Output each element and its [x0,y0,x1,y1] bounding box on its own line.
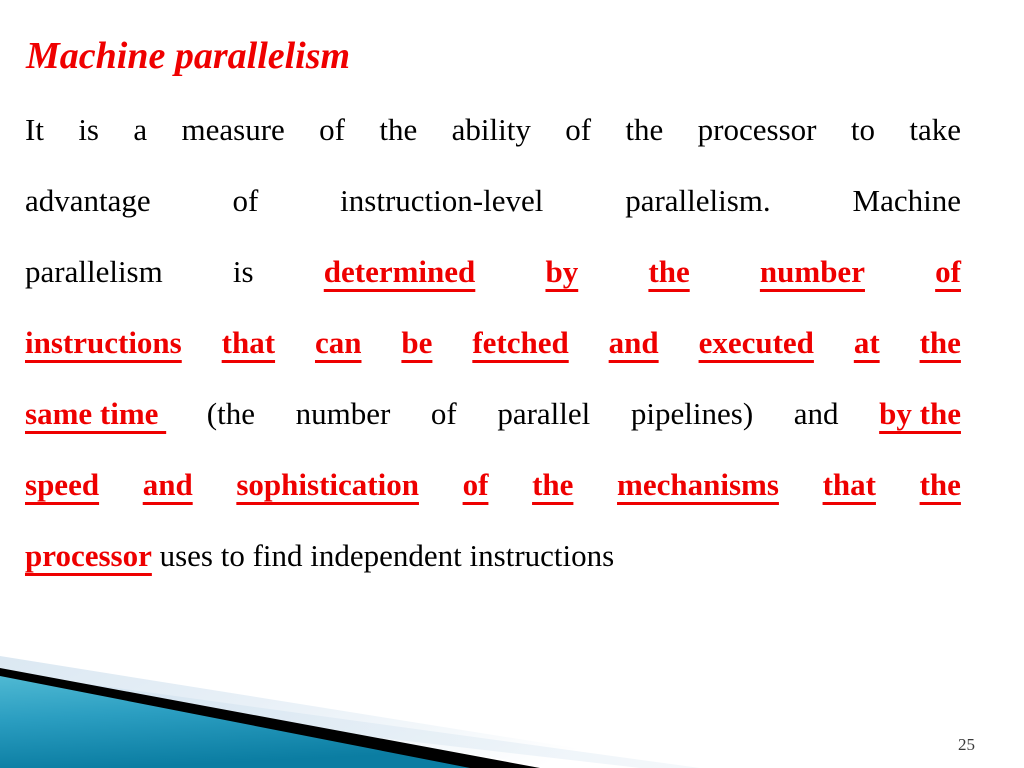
decoration-light-band-tail [0,672,1024,768]
word: the [648,254,690,289]
word: that [221,325,276,360]
word: of [430,396,457,431]
text-line-3: parallelism is determined by the number of [25,236,961,307]
word: processor [25,538,152,573]
word: by [545,254,579,289]
slide: Machine parallelism It is a measure of the abi… [0,0,1024,768]
word: the [379,112,418,147]
word: executed [698,325,814,360]
word: processor [697,112,817,147]
word: number [295,396,391,431]
word: to [850,112,875,147]
word: fetched [472,325,569,360]
word: of [462,467,489,502]
word: number [759,254,865,289]
word: measure [181,112,285,147]
word: is [78,112,99,147]
decoration-teal-wedge [0,676,470,768]
word: by the [879,396,961,431]
slide-page-number: 25 [958,735,975,754]
word: advantage [25,183,151,218]
word: the [919,325,961,360]
word: is [232,254,254,289]
word: determined [323,254,476,289]
text-line-6: speed and sophistication of the mechanisms tha… [25,449,961,520]
text-line-5: same time (the number of parallel pipelines)… [25,378,961,449]
word: pipelines) [630,396,754,431]
word: It [25,112,44,147]
word: can [314,325,362,360]
decoration-black-stripe [0,668,540,768]
word: (the [206,396,255,431]
word: speed [25,467,100,502]
word: of [232,183,259,218]
text-line-7: processor uses to find independent instr… [25,520,961,591]
word: instruction-level [340,183,544,218]
word: at [853,325,880,360]
word: and [793,396,839,431]
word: be [401,325,433,360]
word: instructions [25,325,182,360]
word: same time [25,396,167,431]
text-line-1: It is a measure of the ability of the processor to… [25,94,961,165]
word: Machine [852,183,961,218]
word: the [919,467,961,502]
word: ability [451,112,531,147]
word: a [133,112,148,147]
decoration-light-band-main [0,656,700,768]
word: sophistication [236,467,419,502]
word: the [532,467,574,502]
text-line-2: advantage of instruction-level parallelism.… [25,165,961,236]
word: of [565,112,592,147]
word: parallelism [25,254,163,289]
word: uses to find independent instructions [151,538,615,573]
word: of [319,112,345,147]
word: that [822,467,876,502]
word: mechanisms [617,467,779,502]
word: and [142,467,193,502]
word: parallel [497,396,591,431]
word: parallelism. [625,183,771,218]
page-title: Machine parallelism [26,35,351,77]
bottom-left-decoration [0,620,1024,768]
word: of [935,254,961,289]
word: and [608,325,659,360]
word: the [625,112,664,147]
word: take [909,112,961,147]
slide-body-text: It is a measure of the ability of the processor to… [25,94,961,591]
text-line-4: instructions that can be fetched and executed a… [25,307,961,378]
